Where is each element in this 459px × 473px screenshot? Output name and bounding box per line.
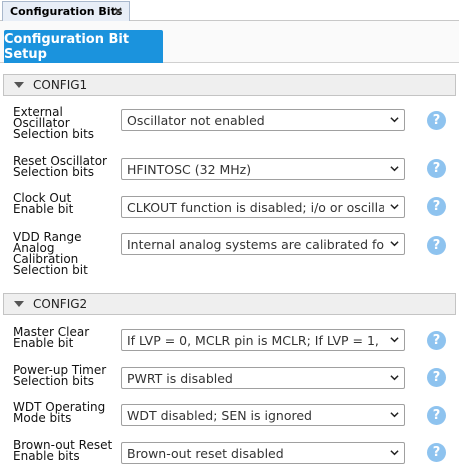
setting-select[interactable]: WDT disabled; SEN is ignored xyxy=(121,404,405,426)
close-icon[interactable]: × xyxy=(113,4,123,18)
help-icon[interactable]: ? xyxy=(427,406,446,425)
setting-label: WDT Operating Mode bits xyxy=(13,400,106,425)
section-header-config2[interactable]: CONFIG2 xyxy=(3,293,456,315)
help-icon[interactable]: ? xyxy=(427,197,446,216)
chevron-down-icon xyxy=(390,241,399,247)
chevron-down-icon xyxy=(390,375,399,381)
setting-select[interactable]: HFINTOSC (32 MHz) xyxy=(121,158,405,180)
select-value: WDT disabled; SEN is ignored xyxy=(127,407,312,423)
help-icon[interactable]: ? xyxy=(427,368,446,387)
help-icon[interactable]: ? xyxy=(427,443,446,462)
select-value: Internal analog systems are calibrated f… xyxy=(127,236,384,252)
setting-select[interactable]: If LVP = 0, MCLR pin is MCLR; If LVP = 1… xyxy=(121,329,405,351)
setting-select[interactable]: CLKOUT function is disabled; i/o or osci… xyxy=(121,196,405,218)
setting-select[interactable]: PWRT is disabled xyxy=(121,367,405,389)
subtab-bar: Configuration Bit Setup xyxy=(0,21,459,63)
setting-select[interactable]: Oscillator not enabled xyxy=(121,109,405,131)
setting-label: Power-up Timer Selection bits xyxy=(13,363,107,388)
chevron-down-icon xyxy=(390,450,399,456)
setting-label: Reset Oscillator Selection bits xyxy=(13,154,107,179)
tab-title: Configuration Bits xyxy=(10,5,123,18)
setting-label: Clock Out Enable bit xyxy=(13,191,74,216)
section-header-config1[interactable]: CONFIG1 xyxy=(3,74,456,96)
select-value: CLKOUT function is disabled; i/o or osci… xyxy=(127,199,384,215)
help-icon[interactable]: ? xyxy=(427,159,446,178)
help-icon[interactable]: ? xyxy=(427,111,446,130)
help-icon[interactable]: ? xyxy=(427,236,446,255)
chevron-down-icon xyxy=(390,337,399,343)
setting-select[interactable]: Internal analog systems are calibrated f… xyxy=(121,233,405,255)
document-tabstrip: Configuration Bits × xyxy=(0,0,459,21)
setting-label: VDD Range Analog Calibration Selection b… xyxy=(13,230,88,277)
collapse-triangle-icon[interactable] xyxy=(14,301,24,307)
chevron-down-icon xyxy=(390,117,399,123)
setting-select[interactable]: Brown-out reset disabled xyxy=(121,442,405,464)
setting-label: Master Clear Enable bit xyxy=(13,325,90,350)
tab-configuration-bits[interactable]: Configuration Bits × xyxy=(2,1,130,21)
tab-configuration-bit-setup[interactable]: Configuration Bit Setup xyxy=(4,30,163,63)
select-value: Oscillator not enabled xyxy=(127,112,265,128)
chevron-down-icon xyxy=(390,412,399,418)
collapse-triangle-icon[interactable] xyxy=(14,82,24,88)
setting-label: External Oscillator Selection bits xyxy=(13,105,95,141)
setting-label: Brown-out Reset Enable bits xyxy=(13,438,113,463)
select-value: PWRT is disabled xyxy=(127,370,233,386)
help-icon[interactable]: ? xyxy=(427,331,446,350)
section-title: CONFIG1 xyxy=(33,78,88,92)
select-value: Brown-out reset disabled xyxy=(127,445,284,461)
select-value: HFINTOSC (32 MHz) xyxy=(127,161,252,177)
select-value: If LVP = 0, MCLR pin is MCLR; If LVP = 1… xyxy=(127,332,384,348)
section-title: CONFIG2 xyxy=(33,297,88,311)
chevron-down-icon xyxy=(390,166,399,172)
chevron-down-icon xyxy=(390,204,399,210)
